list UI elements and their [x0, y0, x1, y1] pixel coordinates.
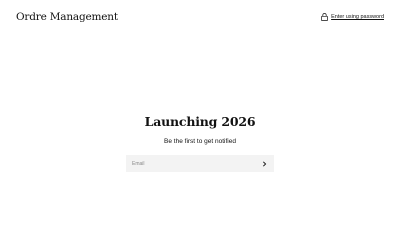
- brand-name[interactable]: Ordre Management: [16, 11, 118, 23]
- email-input[interactable]: [126, 155, 256, 172]
- site-header: Ordre Management Enter using password: [0, 0, 400, 36]
- chevron-right-icon: [262, 160, 267, 167]
- enter-password-link[interactable]: Enter using password: [321, 13, 384, 21]
- enter-password-label: Enter using password: [331, 14, 384, 20]
- submit-button[interactable]: [259, 158, 270, 169]
- hero-title: Launching 2026: [144, 114, 256, 129]
- hero-subtitle: Be the first to get notified: [164, 138, 236, 145]
- email-signup-form: [126, 155, 274, 172]
- hero-section: Launching 2026 Be the first to get notif…: [0, 114, 400, 146]
- lock-icon: [321, 13, 328, 21]
